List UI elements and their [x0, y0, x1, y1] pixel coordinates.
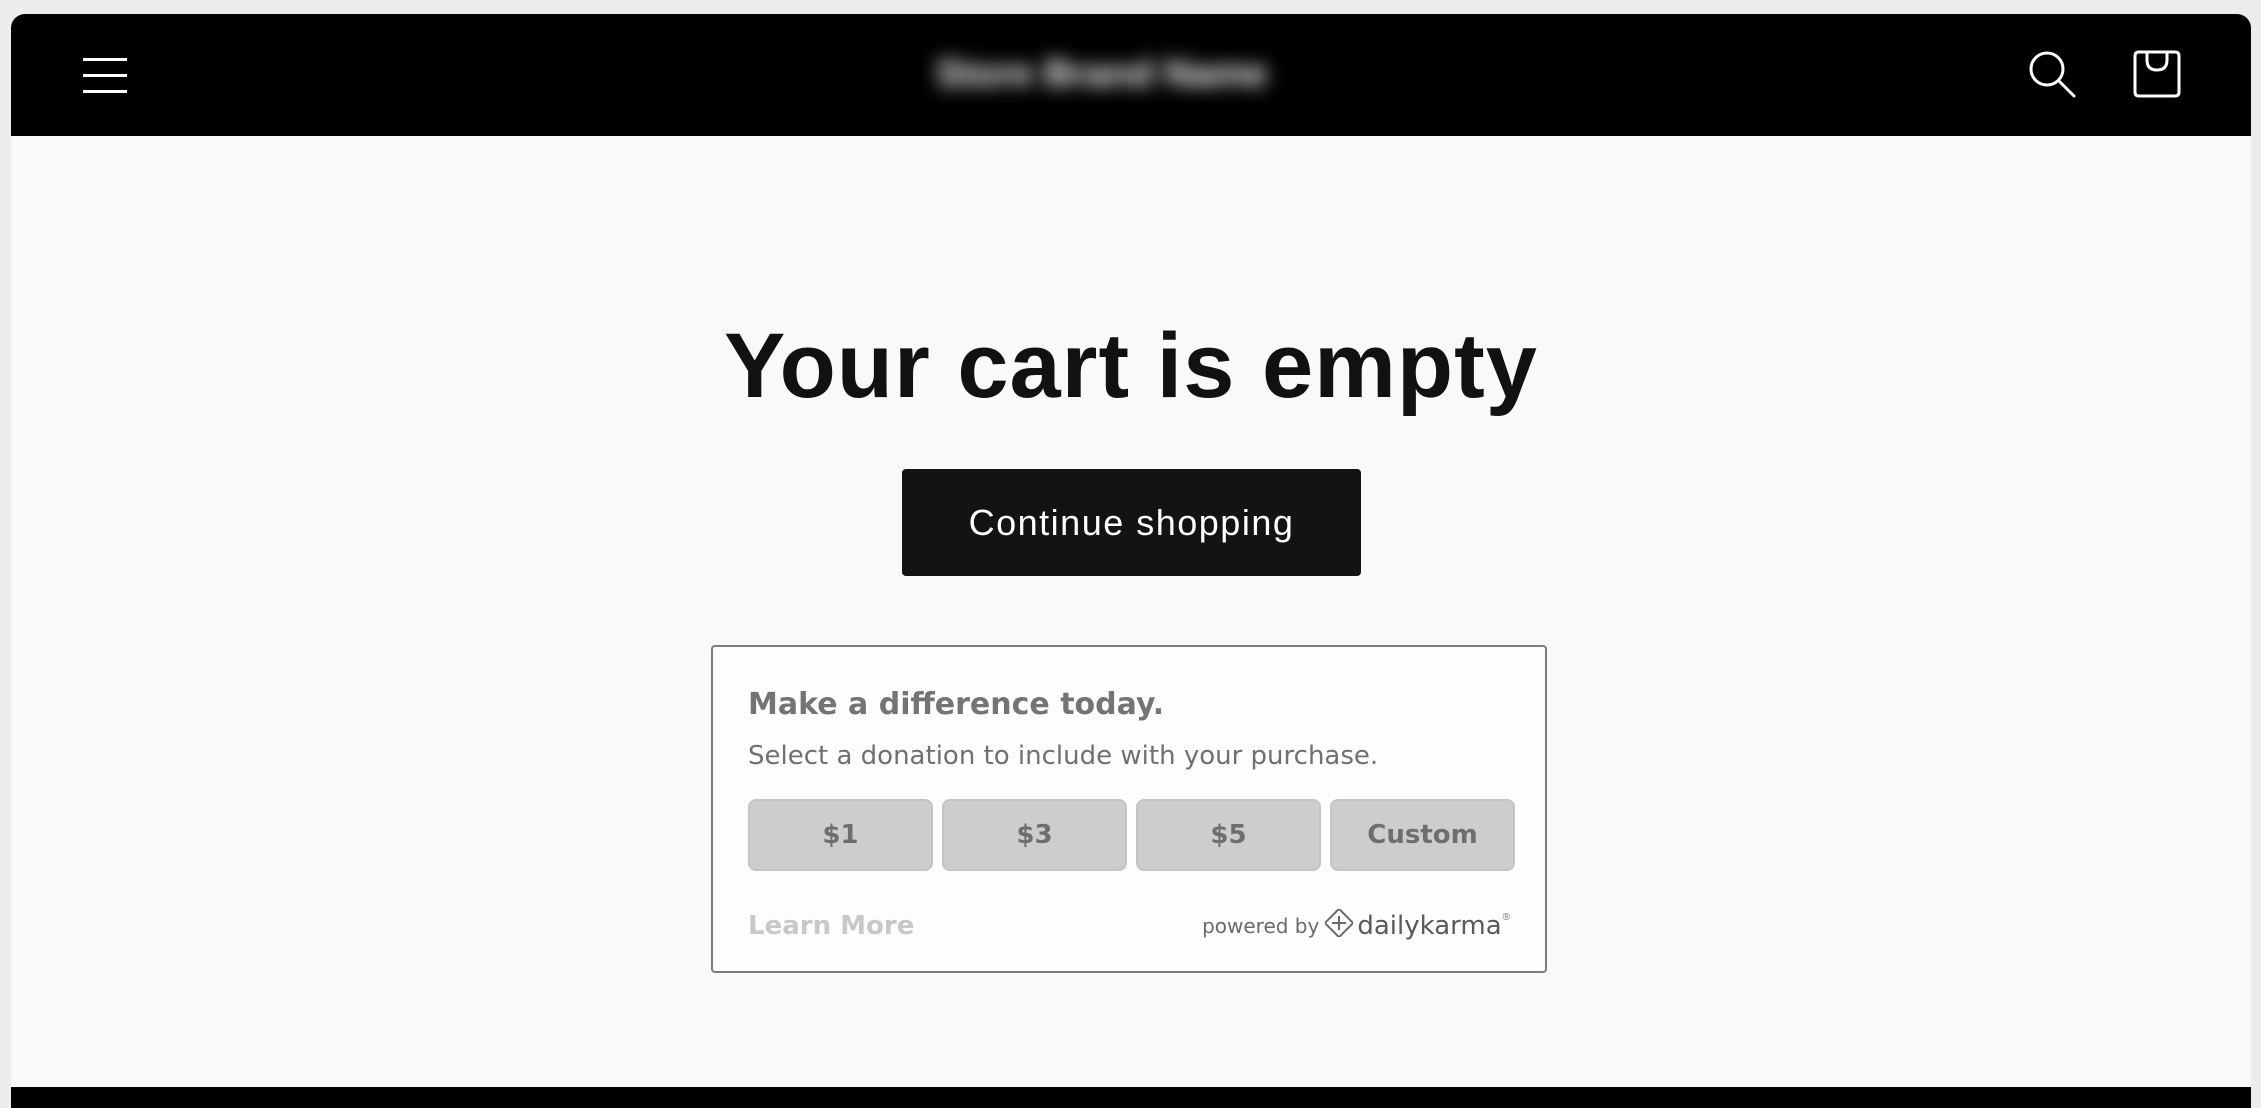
menu-line [83, 58, 127, 61]
powered-by-dailykarma[interactable]: powered by dailykarma ® [1202, 907, 1510, 942]
registered-mark: ® [1502, 912, 1510, 923]
powered-by-label: powered by [1202, 913, 1320, 938]
donation-amount-5-button[interactable]: $5 [1136, 799, 1321, 871]
page-title: Your cart is empty [724, 315, 1538, 417]
site-footer [11, 1087, 2251, 1108]
menu-line [83, 90, 127, 93]
dailykarma-knot-icon [1323, 907, 1355, 942]
menu-line [83, 74, 127, 77]
donation-subtitle: Select a donation to include with your p… [748, 741, 1379, 771]
search-icon[interactable] [2026, 48, 2078, 100]
hamburger-menu-icon[interactable] [83, 54, 127, 96]
donation-custom-button[interactable]: Custom [1330, 799, 1515, 871]
site-header: Store Brand Name [11, 14, 2251, 136]
donation-amount-3-button[interactable]: $3 [942, 799, 1127, 871]
donation-title: Make a difference today. [748, 687, 1165, 722]
donation-amount-1-button[interactable]: $1 [748, 799, 933, 871]
shopping-bag-icon[interactable] [2129, 46, 2185, 102]
browser-window: Store Brand Name Your cart is empty Cont… [11, 14, 2251, 1108]
continue-shopping-button[interactable]: Continue shopping [902, 469, 1361, 576]
store-logo[interactable]: Store Brand Name [936, 52, 1331, 96]
dailykarma-logo-text: dailykarma [1357, 910, 1502, 941]
donation-widget: Make a difference today. Select a donati… [711, 645, 1547, 973]
learn-more-link[interactable]: Learn More [748, 911, 914, 941]
